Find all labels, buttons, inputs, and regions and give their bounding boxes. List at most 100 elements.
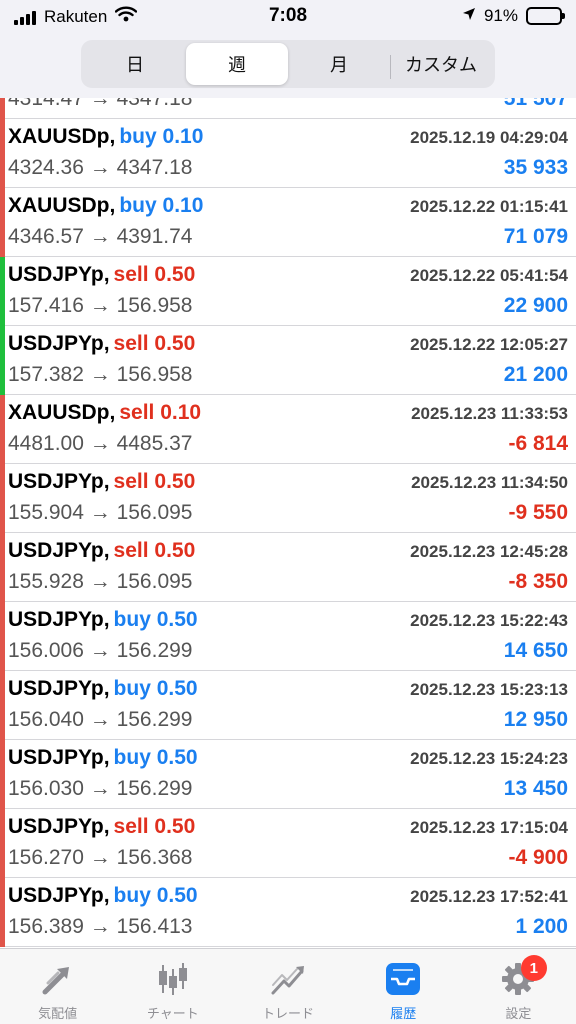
trade-symbol-line: USDJPYp, sell 0.50 xyxy=(8,332,195,356)
status-bar: Rakuten 7:08 91% xyxy=(0,0,576,36)
trade-row[interactable]: USDJPYp, buy 0.50 2025.12.23 17:52:41 156.3… xyxy=(0,878,576,947)
trade-time: 2025.12.23 11:34:50 xyxy=(411,473,568,492)
trade-time: 2025.12.23 11:33:53 xyxy=(411,404,568,423)
bottom-tab-bar: 気配値 チャート トレード 履歴 1 設定 xyxy=(0,948,576,1024)
trade-profit: 71 079 xyxy=(503,225,568,248)
trade-prices: 4314.47 → 4347.18 xyxy=(8,98,193,110)
trade-symbol-line: USDJPYp, sell 0.50 xyxy=(8,470,195,494)
trade-symbol-line: USDJPYp, sell 0.50 xyxy=(8,263,195,287)
trade-side-volume: sell 0.50 xyxy=(113,332,196,355)
tab-label: トレード xyxy=(262,1006,315,1021)
trade-side-volume: buy 0.50 xyxy=(113,608,198,631)
trade-row[interactable]: XAUUSDp, buy 0.10 2025.12.22 01:15:41 4346.… xyxy=(0,188,576,257)
trade-row[interactable]: USDJPYp, buy 0.50 2025.12.23 15:24:23 156.0… xyxy=(0,740,576,809)
trade-prices: 157.416 → 156.958 xyxy=(8,294,193,317)
trade-row[interactable]: USDJPYp, sell 0.50 2025.12.23 11:34:50 155.… xyxy=(0,464,576,533)
trade-symbol: XAUUSDp, xyxy=(8,401,116,424)
trade-prices: 155.928 → 156.095 xyxy=(8,570,193,593)
trade-time: 2025.12.23 17:52:41 xyxy=(410,887,568,906)
tab-label: 気配値 xyxy=(38,1006,78,1021)
trade-profit: 22 900 xyxy=(503,294,568,317)
trade-time: 2025.12.19 04:29:04 xyxy=(410,128,568,147)
trade-prices: 156.389 → 156.413 xyxy=(8,915,193,938)
trade-symbol: USDJPYp, xyxy=(8,677,110,700)
tab-label: 設定 xyxy=(505,1006,532,1021)
trade-row[interactable]: XAUUSDp, buy 0.10 2025.12.19 04:29:04 4324.… xyxy=(0,119,576,188)
trade-prices: 155.904 → 156.095 xyxy=(8,501,193,524)
trade-profit: 14 650 xyxy=(503,639,568,662)
trade-time: 2025.12.23 17:15:04 xyxy=(410,818,568,837)
trade-time: 2025.12.22 01:15:41 xyxy=(410,197,568,216)
trade-prices: 156.040 → 156.299 xyxy=(8,708,193,731)
trade-side-volume: sell 0.50 xyxy=(113,470,196,493)
result-indicator-bar xyxy=(0,98,5,119)
quotes-arrows-icon xyxy=(38,959,78,999)
trade-symbol: USDJPYp, xyxy=(8,539,110,562)
trade-symbol: USDJPYp, xyxy=(8,332,110,355)
tab-chart[interactable]: チャート xyxy=(115,949,230,1024)
trade-prices: 4481.00 → 4485.37 xyxy=(8,432,193,455)
trade-symbol: USDJPYp, xyxy=(8,815,110,838)
trade-trend-icon xyxy=(268,959,308,999)
trade-side-volume: buy 0.50 xyxy=(113,746,198,769)
trade-profit: -4 900 xyxy=(508,846,568,869)
trade-row[interactable]: USDJPYp, sell 0.50 2025.12.23 12:45:28 155.… xyxy=(0,533,576,602)
trade-time: 2025.12.23 15:22:43 xyxy=(410,611,568,630)
period-tab-day[interactable]: 日 xyxy=(84,43,186,85)
trade-symbol-line: XAUUSDp, sell 0.10 xyxy=(8,401,201,425)
trade-symbol: USDJPYp, xyxy=(8,746,110,769)
trade-symbol: XAUUSDp, xyxy=(8,125,116,148)
trade-time: 2025.12.23 12:45:28 xyxy=(410,542,568,561)
trade-row[interactable]: USDJPYp, buy 0.50 2025.12.23 15:22:43 156.0… xyxy=(0,602,576,671)
result-indicator-bar xyxy=(0,533,5,602)
trade-time: 2025.12.23 15:23:13 xyxy=(410,680,568,699)
trade-prices: 4324.36 → 4347.18 xyxy=(8,156,193,179)
result-indicator-bar xyxy=(0,809,5,878)
trade-symbol-line: USDJPYp, sell 0.50 xyxy=(8,539,195,563)
trade-symbol-line: USDJPYp, sell 0.50 xyxy=(8,815,195,839)
notification-badge: 1 xyxy=(520,955,547,981)
candlestick-chart-icon xyxy=(153,959,193,999)
trade-row-partial[interactable]: 4314.47 → 4347.18 51 507 xyxy=(0,98,576,119)
tab-label: チャート xyxy=(146,1006,199,1021)
result-indicator-bar xyxy=(0,740,5,809)
trade-profit: -9 550 xyxy=(508,501,568,524)
location-arrow-icon xyxy=(462,6,476,26)
period-tab-custom[interactable]: カスタム xyxy=(390,43,492,85)
trade-side-volume: sell 0.50 xyxy=(113,815,196,838)
trade-side-volume: buy 0.10 xyxy=(119,194,204,217)
trade-profit: 51 507 xyxy=(503,98,568,110)
trade-side-volume: sell 0.50 xyxy=(113,539,196,562)
trade-time: 2025.12.22 12:05:27 xyxy=(410,335,568,354)
battery-percentage: 91% xyxy=(483,6,518,25)
trade-symbol-line: XAUUSDp, buy 0.10 xyxy=(8,194,203,218)
trade-symbol-line: XAUUSDp, buy 0.10 xyxy=(8,125,203,149)
tab-history[interactable]: 履歴 xyxy=(346,949,461,1024)
result-indicator-bar xyxy=(0,671,5,740)
trade-profit: 21 200 xyxy=(503,363,568,386)
period-tab-month[interactable]: 月 xyxy=(288,43,390,85)
trade-prices: 157.382 → 156.958 xyxy=(8,363,193,386)
period-tab-week[interactable]: 週 xyxy=(186,43,288,85)
trade-history-list[interactable]: 4314.47 → 4347.18 51 507 XAUUSDp, buy 0.1… xyxy=(0,98,576,948)
trade-symbol-line: USDJPYp, buy 0.50 xyxy=(8,746,198,770)
trade-row[interactable]: USDJPYp, sell 0.50 2025.12.22 12:05:27 157.… xyxy=(0,326,576,395)
history-tray-icon xyxy=(383,959,423,999)
result-indicator-bar xyxy=(0,878,5,947)
trade-row[interactable]: USDJPYp, buy 0.50 2025.12.23 15:23:13 156.0… xyxy=(0,671,576,740)
trade-prices: 4346.57 → 4391.74 xyxy=(8,225,193,248)
tab-settings[interactable]: 1 設定 xyxy=(461,949,576,1024)
tab-trade[interactable]: トレード xyxy=(230,949,345,1024)
result-indicator-bar xyxy=(0,188,5,257)
history-header: 日 週 月 カスタム xyxy=(0,36,576,98)
trade-symbol-line: USDJPYp, buy 0.50 xyxy=(8,884,198,908)
trade-side-volume: buy 0.10 xyxy=(119,125,204,148)
trade-row[interactable]: USDJPYp, sell 0.50 2025.12.22 05:41:54 157.… xyxy=(0,257,576,326)
trade-profit: 13 450 xyxy=(503,777,568,800)
trade-row[interactable]: XAUUSDp, sell 0.10 2025.12.23 11:33:53 4481… xyxy=(0,395,576,464)
trade-symbol: XAUUSDp, xyxy=(8,194,116,217)
trade-row[interactable]: USDJPYp, sell 0.50 2025.12.23 17:15:04 156.… xyxy=(0,809,576,878)
result-indicator-bar xyxy=(0,326,5,395)
trade-profit: 35 933 xyxy=(503,156,568,179)
tab-quotes[interactable]: 気配値 xyxy=(0,949,115,1024)
